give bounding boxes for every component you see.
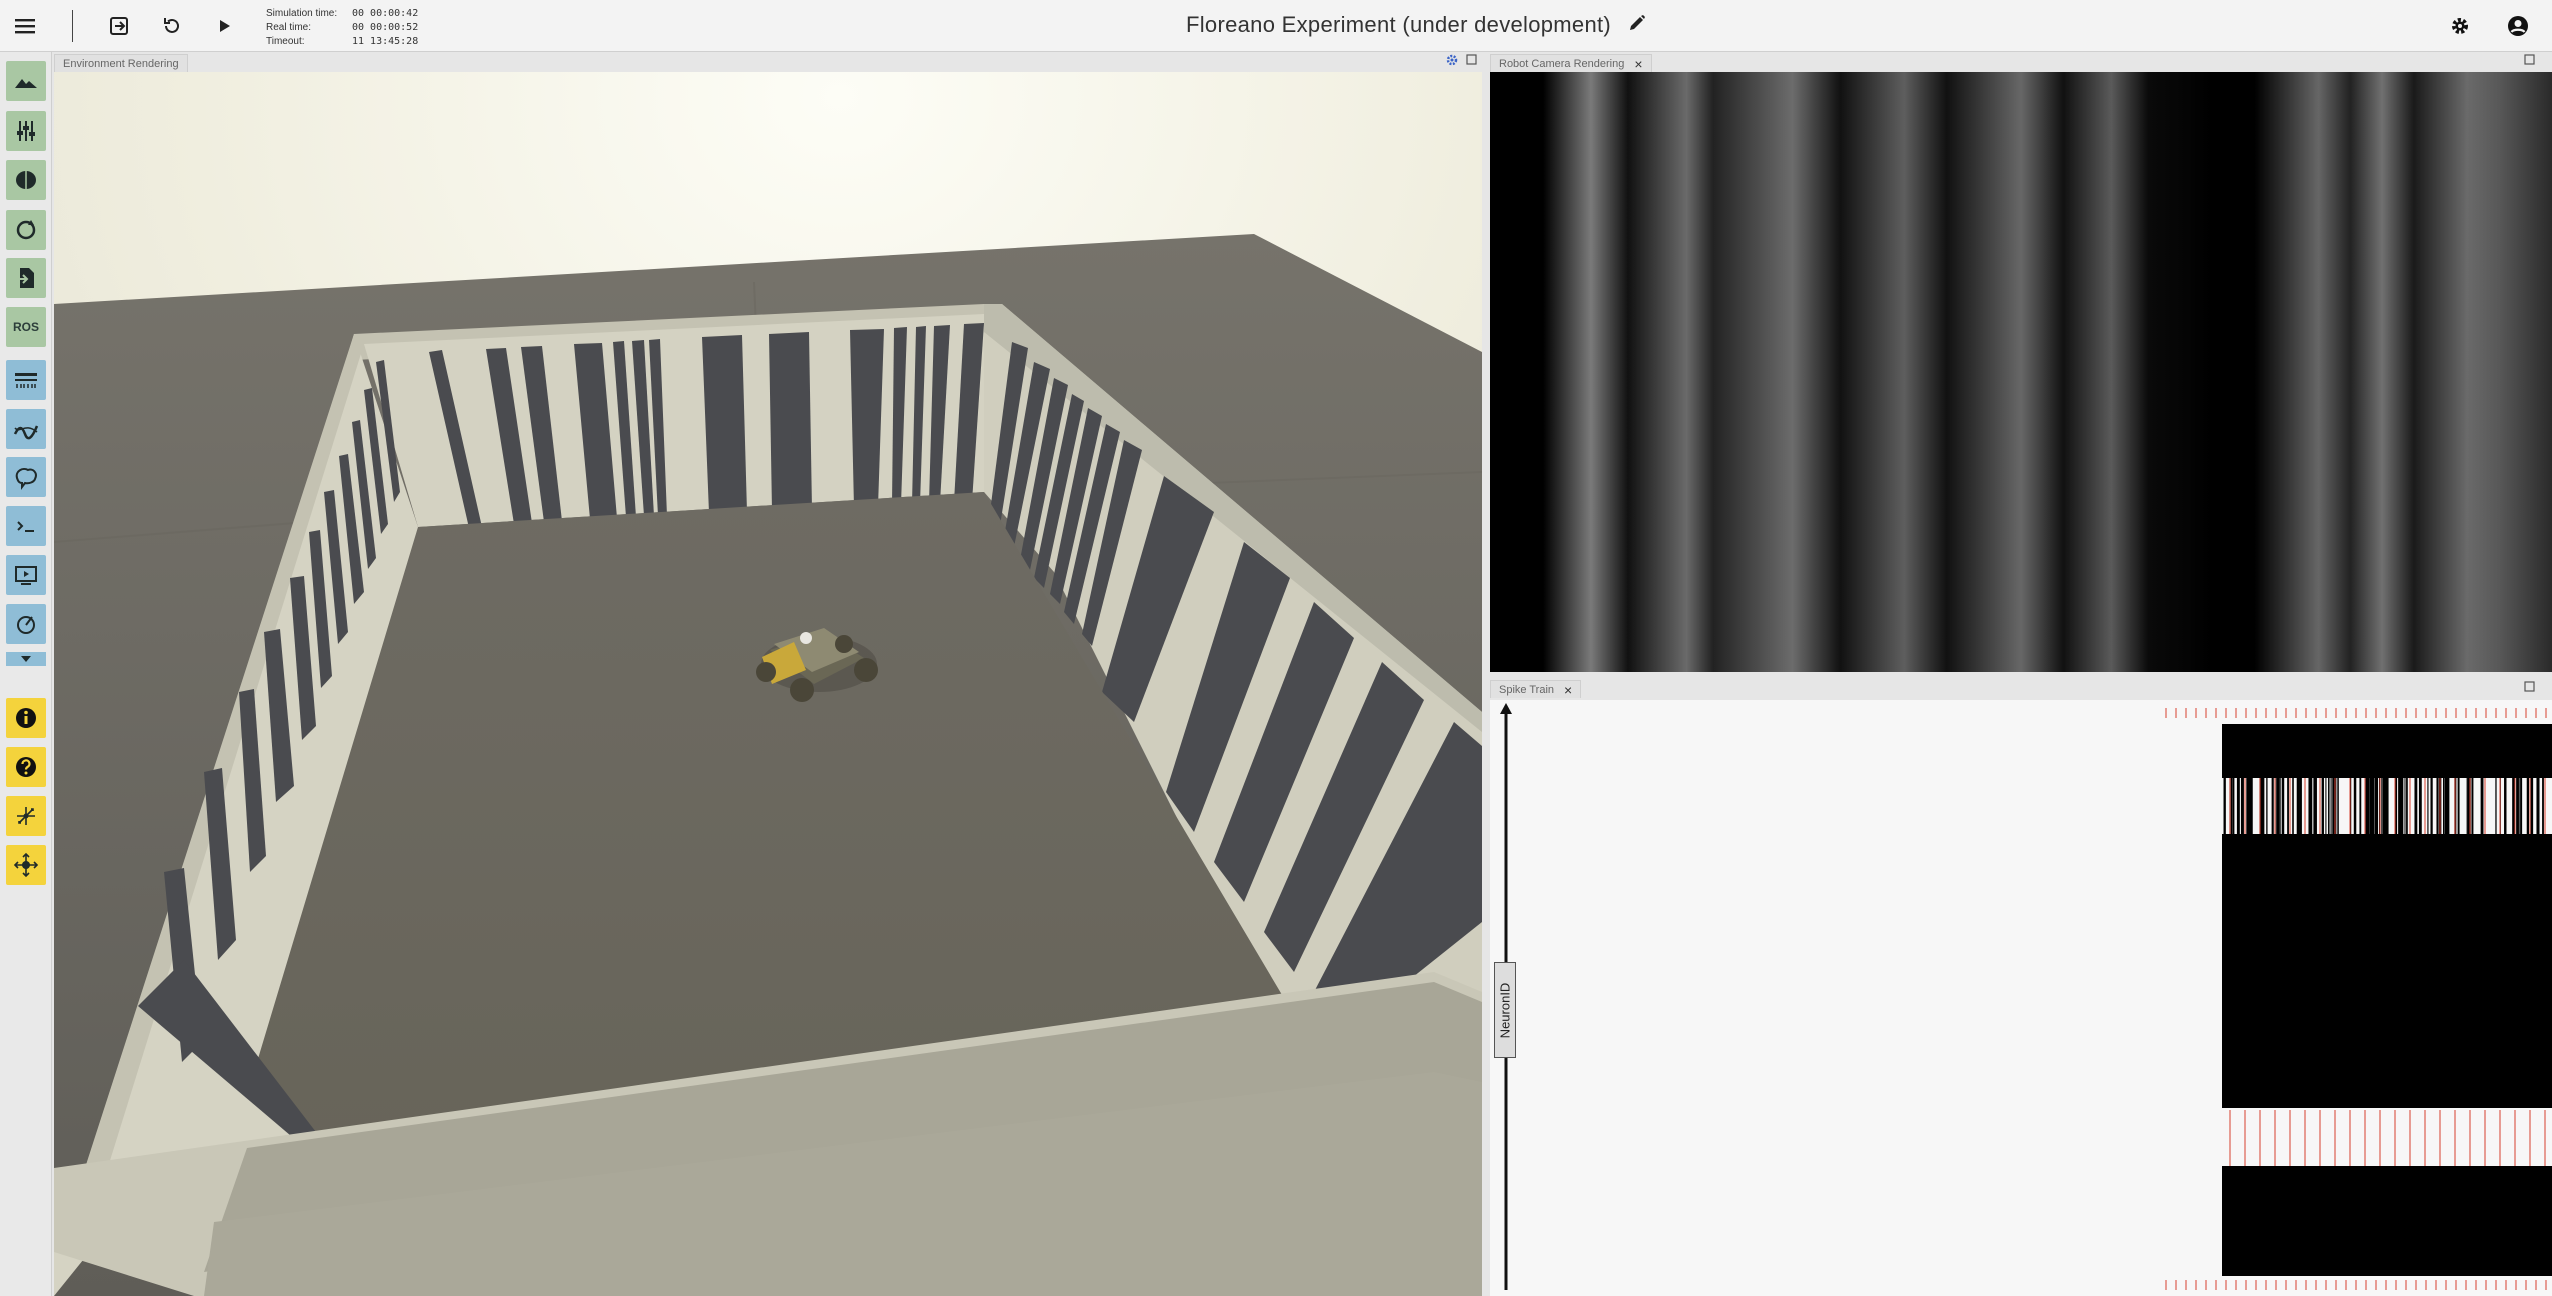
y-axis-label-text: NeuronID xyxy=(1497,982,1513,1038)
account-icon[interactable] xyxy=(2502,10,2534,42)
camera-panel-controls xyxy=(2524,54,2535,68)
sidebar-item-robot-nav[interactable] xyxy=(6,845,46,885)
experiment-title: Floreano Experiment (under development) xyxy=(1186,12,1612,37)
navigate-icon xyxy=(17,807,35,825)
simulation-times: Simulation time: 00 00:00:42 Real time: 00… xyxy=(266,7,418,49)
spike-block xyxy=(2222,724,2552,778)
maximize-icon[interactable] xyxy=(1466,54,1477,69)
terminal-icon xyxy=(17,521,34,532)
sidebar-item-import[interactable] xyxy=(6,258,46,298)
sim-time-value: 00 00:00:42 xyxy=(352,8,419,19)
info-icon xyxy=(16,708,36,728)
sidebar-item-joint-plot[interactable] xyxy=(6,409,46,449)
settings-gear-icon[interactable] xyxy=(1446,54,1458,69)
plot-icon xyxy=(13,425,39,440)
sidebar-item-ros[interactable]: ROS xyxy=(6,307,46,347)
real-time-label: Real time: xyxy=(266,22,312,33)
environment-3d-view[interactable] xyxy=(54,72,1482,1296)
brain-icon xyxy=(16,171,36,189)
tab-robot-camera[interactable]: Robot Camera Rendering × xyxy=(1490,54,1652,72)
cycle-icon xyxy=(16,220,36,240)
sim-time-label: Simulation time: xyxy=(266,8,338,19)
y-axis-label: NeuronID xyxy=(1494,962,1516,1058)
sidebar-item-environment[interactable] xyxy=(6,61,46,101)
top-toolbar: Simulation time: 00 00:00:42 Real time: 00… xyxy=(0,0,2552,52)
brain-viz-icon xyxy=(15,468,37,490)
sliders-icon xyxy=(17,121,35,141)
spike-icon xyxy=(15,373,37,388)
left-sidebar: ROS xyxy=(0,52,52,1296)
sidebar-item-transfer-functions[interactable] xyxy=(6,210,46,250)
timeout-label: Timeout: xyxy=(266,36,305,47)
spike-tab-label: Spike Train xyxy=(1499,683,1555,696)
tab-environment-rendering[interactable]: Environment Rendering xyxy=(54,54,188,72)
camera-tab-label: Robot Camera Rendering xyxy=(1499,57,1625,70)
file-import-icon xyxy=(15,268,34,288)
robot-move-icon xyxy=(13,852,39,878)
reset-icon[interactable] xyxy=(156,10,188,42)
sidebar-item-brain-editor[interactable] xyxy=(6,160,46,200)
robot-camera-view xyxy=(1490,72,2552,672)
sidebar-item-info[interactable] xyxy=(6,698,46,738)
environment-panel-controls xyxy=(1446,54,1477,69)
sidebar-item-log-console[interactable] xyxy=(6,506,46,546)
y-axis-arrow xyxy=(1500,703,1512,714)
gear-icon[interactable] xyxy=(2444,10,2476,42)
sidebar-item-spike-train[interactable] xyxy=(6,360,46,400)
toolbar-divider xyxy=(72,10,73,42)
play-icon[interactable] xyxy=(208,10,240,42)
sidebar-item-help[interactable] xyxy=(6,747,46,787)
maximize-icon[interactable] xyxy=(2524,54,2535,68)
pencil-icon[interactable] xyxy=(1627,13,1647,38)
ros-label: ROS xyxy=(12,320,39,334)
maximize-icon[interactable] xyxy=(2524,681,2535,695)
real-time-value: 00 00:00:52 xyxy=(352,22,419,33)
close-icon[interactable]: × xyxy=(1564,682,1572,698)
close-icon[interactable]: × xyxy=(1634,56,1642,72)
timeout-value: 11 13:45:28 xyxy=(352,36,419,47)
spike-panel-controls xyxy=(2524,681,2535,695)
sidebar-item-brain-visualizer[interactable] xyxy=(6,457,46,497)
hamburger-icon[interactable] xyxy=(10,10,42,42)
spike-train-plot xyxy=(1490,700,2552,1296)
exit-icon[interactable] xyxy=(103,10,135,42)
tab-spike-train[interactable]: Spike Train × xyxy=(1490,680,1582,698)
spike-block xyxy=(2222,1166,2552,1276)
sidebar-scroll-indicator[interactable] xyxy=(6,652,46,666)
sidebar-item-performance[interactable] xyxy=(6,604,46,644)
spike-block xyxy=(2222,834,2552,1108)
environment-tab-label: Environment Rendering xyxy=(63,57,179,70)
sidebar-item-video-stream[interactable] xyxy=(6,555,46,595)
help-icon xyxy=(16,757,36,777)
gauge-icon xyxy=(17,616,35,634)
sidebar-item-object-inspector[interactable] xyxy=(6,111,46,151)
mountain-icon xyxy=(15,79,37,88)
video-icon xyxy=(15,566,37,585)
sidebar-item-navigation[interactable] xyxy=(6,796,46,836)
